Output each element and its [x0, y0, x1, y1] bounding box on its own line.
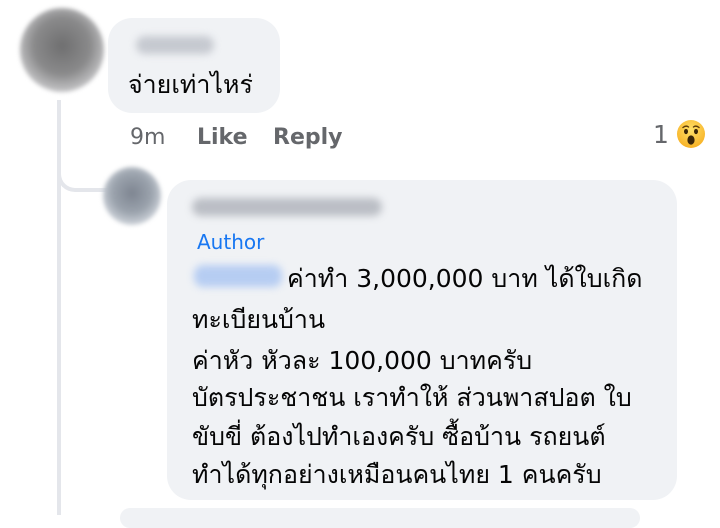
mentioned-name-redacted[interactable] — [194, 265, 282, 287]
author-name-redacted[interactable] — [192, 198, 382, 216]
reply-text-line: ค่าทำ 3,000,000 บาท ได้ใบเกิด — [287, 264, 643, 293]
reply-button[interactable]: Reply — [273, 124, 343, 152]
author-badge: Author — [197, 230, 265, 254]
reply-bubble — [167, 180, 677, 500]
reply-text-line: ทะเบียนบ้าน — [192, 305, 326, 334]
reply-text-line: ค่าหัว หัวละ 100,000 บาทครับ — [192, 346, 533, 375]
reply-text-line: ทำได้ทุกอย่างเหมือนคนไทย 1 คนครับ — [192, 460, 602, 489]
comment-text: จ่ายเท่าไหร่ — [128, 70, 253, 99]
reply-text-line: ขับขี่ ต้องไปทำเองครับ ซื้อบ้าน รถยนต์ — [192, 422, 606, 451]
like-button[interactable]: Like — [197, 124, 248, 152]
reaction-count[interactable]: 1 — [653, 120, 669, 150]
next-comment-bubble — [120, 508, 640, 528]
avatar[interactable] — [103, 167, 161, 225]
wow-emoji-icon[interactable] — [675, 118, 707, 150]
commenter-name-redacted[interactable] — [136, 36, 214, 54]
reply-text-line: บัตรประชาชน เราทำให้ ส่วนพาสปอต ใบ — [192, 383, 632, 412]
avatar[interactable] — [20, 8, 104, 92]
comment-timestamp[interactable]: 9m — [130, 124, 165, 152]
